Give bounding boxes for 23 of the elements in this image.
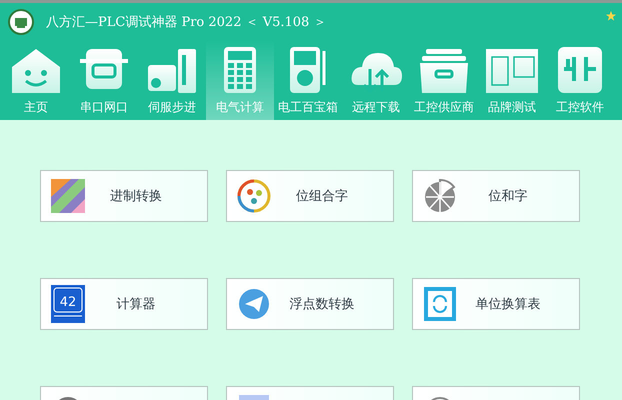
pie-icon bbox=[423, 177, 457, 215]
emblem-logo-icon bbox=[8, 9, 34, 35]
tool-button[interactable]: 位和字 bbox=[412, 170, 580, 222]
star-icon[interactable] bbox=[606, 11, 616, 21]
colored-wheel-icon bbox=[237, 177, 271, 215]
tool-button[interactable]: 浮点数转换 bbox=[226, 278, 394, 330]
nav-tab[interactable]: 串口网口 bbox=[70, 41, 138, 120]
nav-tab[interactable]: 主页 bbox=[2, 41, 70, 120]
refresh-icon bbox=[423, 285, 457, 323]
tool-button[interactable]: 进制转换 bbox=[40, 170, 208, 222]
window-title: 八方汇—PLC调试神器 Pro 2022 ＜ V5.108 ＞ bbox=[46, 14, 326, 31]
nav-tab[interactable]: 电工百宝箱 bbox=[274, 41, 342, 120]
nav-tab[interactable]: 工控软件 bbox=[546, 41, 614, 120]
tool-button[interactable]: 单位换算表 bbox=[412, 278, 580, 330]
number-base-icon bbox=[51, 177, 85, 215]
calculator-icon: 42 bbox=[51, 285, 85, 323]
nav-tab[interactable]: 远程下载 bbox=[342, 41, 410, 120]
tool-button[interactable]: 位组合字 bbox=[226, 170, 394, 222]
nav-tab[interactable]: 电气计算 bbox=[206, 41, 274, 120]
nav-tab[interactable]: 品牌测试 bbox=[478, 41, 546, 120]
tool-button[interactable]: 42 计算器 bbox=[40, 278, 208, 330]
nav-tab[interactable]: 工控供应商 bbox=[410, 41, 478, 120]
nav-tab[interactable]: 伺服步进 bbox=[138, 41, 206, 120]
